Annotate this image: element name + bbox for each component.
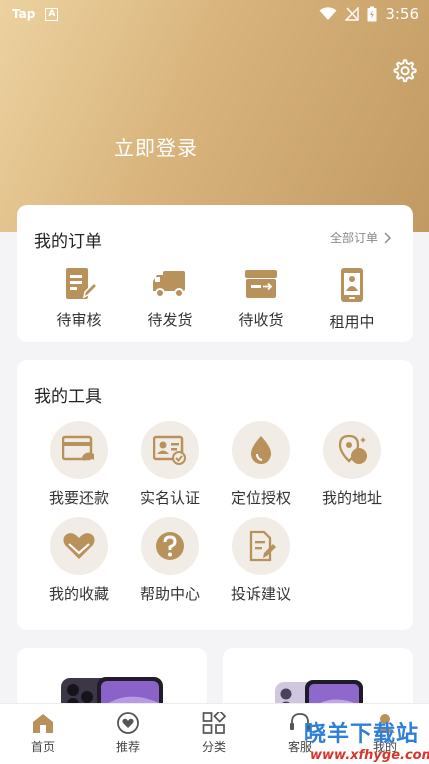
location-drop-icon [250,436,272,464]
order-pending-shipment-label: 待发货 [147,311,193,329]
tool-favorites[interactable]: 我的收藏 [34,517,124,604]
order-pending-receipt[interactable]: 待收货 [216,267,306,330]
tool-real-name[interactable]: 实名认证 [125,421,215,508]
view-all-orders-link[interactable]: 全部订单 [330,229,391,246]
tools-card: 我的工具 我要还款 实名认证 定位授权 我的地址 我的收藏 帮助中心 投诉建议 [17,360,413,630]
truck-icon [153,271,185,298]
status-badge: A [45,7,59,21]
id-card-icon [153,435,186,465]
chevron-right-icon [384,232,391,243]
tool-address-label: 我的地址 [321,489,382,507]
tool-complaint[interactable]: 投诉建议 [216,517,306,604]
status-time: 3:56 [385,5,419,23]
tab-category-label: 分类 [201,740,226,754]
home-icon [33,714,53,733]
complaint-doc-icon [249,530,276,562]
watermark: 晓羊下载站 www.xfhyge.com [304,716,429,763]
watermark-name: 晓羊下载站 [304,722,420,747]
tool-location-label: 定位授权 [230,489,291,507]
watermark-url: www.xfhyge.com [310,748,429,763]
order-pending-review[interactable]: 待审核 [34,267,124,330]
tool-favorites-label: 我的收藏 [48,585,109,603]
repay-card-icon [62,435,94,461]
tool-repay[interactable]: 我要还款 [34,421,124,508]
category-grid-icon [202,712,226,734]
heart-icon [63,533,95,559]
tab-recommend[interactable]: 推荐 [98,712,158,755]
view-all-orders-label: 全部订单 [329,231,378,245]
gear-icon[interactable] [391,58,417,84]
orders-card: 我的订单 全部订单 待审核 待发货 待收货 租用中 [17,205,413,342]
tab-category[interactable]: 分类 [184,712,244,755]
tab-home-label: 首页 [30,740,55,754]
tool-address[interactable]: 我的地址 [307,421,397,508]
tool-repay-label: 我要还款 [48,489,109,507]
order-pending-review-label: 待审核 [56,311,102,329]
orders-title: 我的订单 [34,232,102,252]
order-pending-receipt-label: 待收货 [238,311,284,329]
order-renting-label: 租用中 [329,313,375,331]
order-pending-shipment[interactable]: 待发货 [125,267,215,330]
profile-header: Tap A 3:56 立即登录 [0,0,429,232]
tab-recommend-label: 推荐 [115,740,140,754]
tool-help-label: 帮助中心 [139,585,200,603]
recommend-heart-icon [117,712,139,734]
login-button[interactable]: 立即登录 [114,132,198,161]
tool-help[interactable]: 帮助中心 [125,517,215,604]
tool-complaint-label: 投诉建议 [230,585,291,603]
address-pin-icon [338,434,367,464]
tool-real-name-label: 实名认证 [139,489,200,507]
order-renting[interactable]: 租用中 [307,267,397,332]
battery-charging-icon [367,6,377,22]
review-doc-icon [66,268,98,299]
signal-off-icon [345,7,360,21]
status-bar: Tap A 3:56 [0,0,429,30]
phone-rent-icon [341,268,363,302]
tools-title: 我的工具 [34,387,102,407]
tab-home[interactable]: 首页 [13,712,73,755]
package-box-icon [245,270,277,298]
help-icon [156,532,184,560]
tool-location[interactable]: 定位授权 [216,421,306,508]
wifi-icon [319,7,337,20]
status-app-label: Tap [12,7,36,21]
